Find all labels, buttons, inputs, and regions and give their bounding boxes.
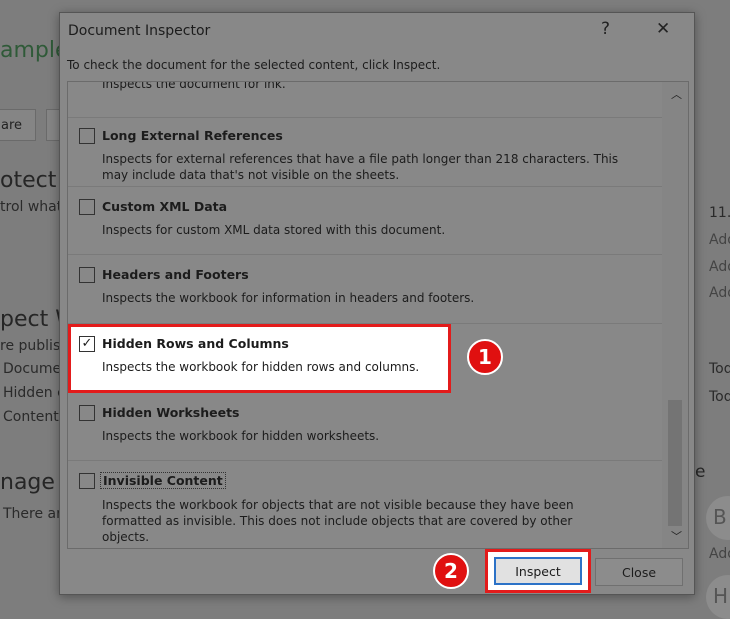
list-item-invisible-content: Invisible Content Inspects the workbook … (68, 461, 662, 548)
close-button[interactable]: Close (595, 558, 683, 586)
checkbox[interactable] (79, 128, 95, 144)
step-badge-2: 2 (433, 553, 469, 589)
size-value: 11.7 (709, 205, 730, 221)
item-label: Hidden Rows and Columns (102, 336, 289, 351)
item-label: Headers and Footers (102, 267, 249, 282)
inspection-list: Inspects the document for ink. Long Exte… (67, 81, 689, 549)
step-badge-1: 1 (467, 339, 503, 375)
checkbox[interactable] (79, 405, 95, 421)
inspect-highlight: Inspect (485, 549, 591, 593)
item-desc: Inspects for custom XML data stored with… (102, 223, 446, 237)
add-link[interactable]: Add (709, 285, 730, 301)
scroll-up-icon[interactable]: ︿ (671, 86, 682, 102)
dialog-title: Document Inspector (68, 23, 211, 39)
heading-fragment: e (695, 462, 706, 482)
add-link[interactable]: Add (709, 259, 730, 275)
add-link[interactable]: Add (709, 232, 730, 248)
checkbox[interactable] (79, 267, 95, 283)
list-item-partial: Inspects the document for ink. (68, 81, 662, 118)
checkbox[interactable] (79, 199, 95, 215)
date-value: Tod (709, 361, 730, 377)
item-label: Long External References (102, 128, 283, 143)
inspect-bullet: Hidden c (3, 385, 65, 401)
item-desc: Inspects the document for ink. (102, 81, 286, 91)
share-button[interactable]: are (0, 109, 36, 141)
help-button[interactable]: ? (601, 19, 610, 39)
avatar-initial: H (713, 584, 729, 608)
item-label: Invisible Content (100, 472, 226, 489)
item-label: Hidden Worksheets (102, 405, 240, 420)
scrollbar-thumb[interactable] (668, 400, 682, 526)
avatar: H (706, 575, 730, 619)
document-inspector-dialog: Document Inspector ? ✕ To check the docu… (59, 12, 695, 595)
checkbox[interactable] (79, 473, 95, 489)
list-item-headers-and-footers: Headers and Footers Inspects the workboo… (68, 255, 662, 324)
close-icon[interactable]: ✕ (656, 19, 670, 39)
list-item-hidden-rows-and-columns: ✓ Hidden Rows and Columns Inspects the w… (68, 324, 451, 393)
avatar: B (706, 496, 730, 540)
item-desc: Inspects the workbook for hidden rows an… (102, 360, 420, 374)
add-link[interactable]: Add (709, 546, 730, 562)
date-value: Tod (709, 389, 730, 405)
checkbox-checked[interactable]: ✓ (79, 336, 95, 352)
inspect-button[interactable]: Inspect (494, 557, 582, 585)
avatar-initial: B (713, 505, 727, 529)
list-item-hidden-worksheets: Hidden Worksheets Inspects the workbook … (68, 393, 662, 461)
scrollbar[interactable]: ︿ ﹀ (662, 82, 688, 548)
item-desc: Inspects the workbook for objects that a… (102, 498, 574, 544)
item-label: Custom XML Data (102, 199, 228, 214)
item-desc: Inspects for external references that ha… (102, 152, 619, 182)
list-item-custom-xml-data: Custom XML Data Inspects for custom XML … (68, 187, 662, 255)
share-label: are (1, 118, 23, 133)
instruction-text: To check the document for the selected c… (67, 58, 441, 72)
item-desc: Inspects the workbook for hidden workshe… (102, 429, 380, 443)
list-item-long-external-references: Long External References Inspects for ex… (68, 118, 662, 187)
item-desc: Inspects the workbook for information in… (102, 291, 475, 305)
scroll-down-icon[interactable]: ﹀ (671, 528, 682, 544)
